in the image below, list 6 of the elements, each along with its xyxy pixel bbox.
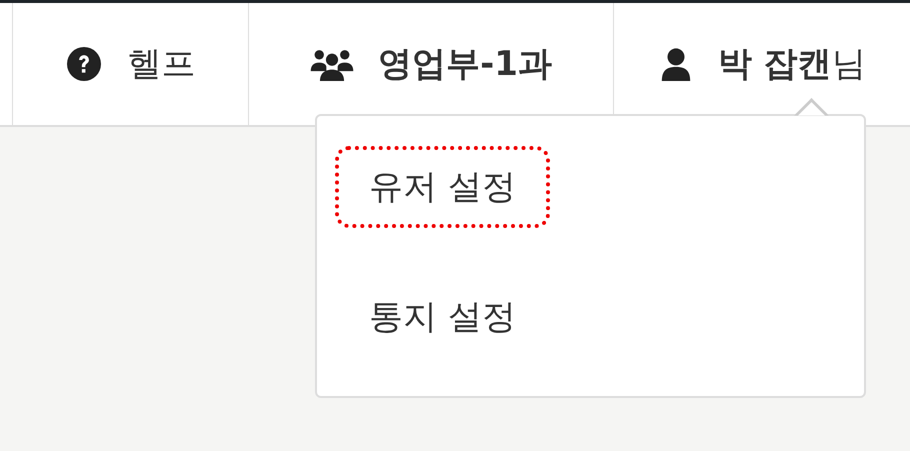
help-icon bbox=[66, 47, 102, 81]
menu-item[interactable]: 통지 설정 bbox=[317, 276, 864, 406]
nav-link[interactable]: 박 잡캔님 bbox=[614, 3, 910, 125]
nav-link[interactable]: 헬프 bbox=[12, 3, 250, 125]
menu-item[interactable]: 유저 설정 bbox=[317, 146, 864, 276]
group-icon bbox=[310, 47, 354, 81]
